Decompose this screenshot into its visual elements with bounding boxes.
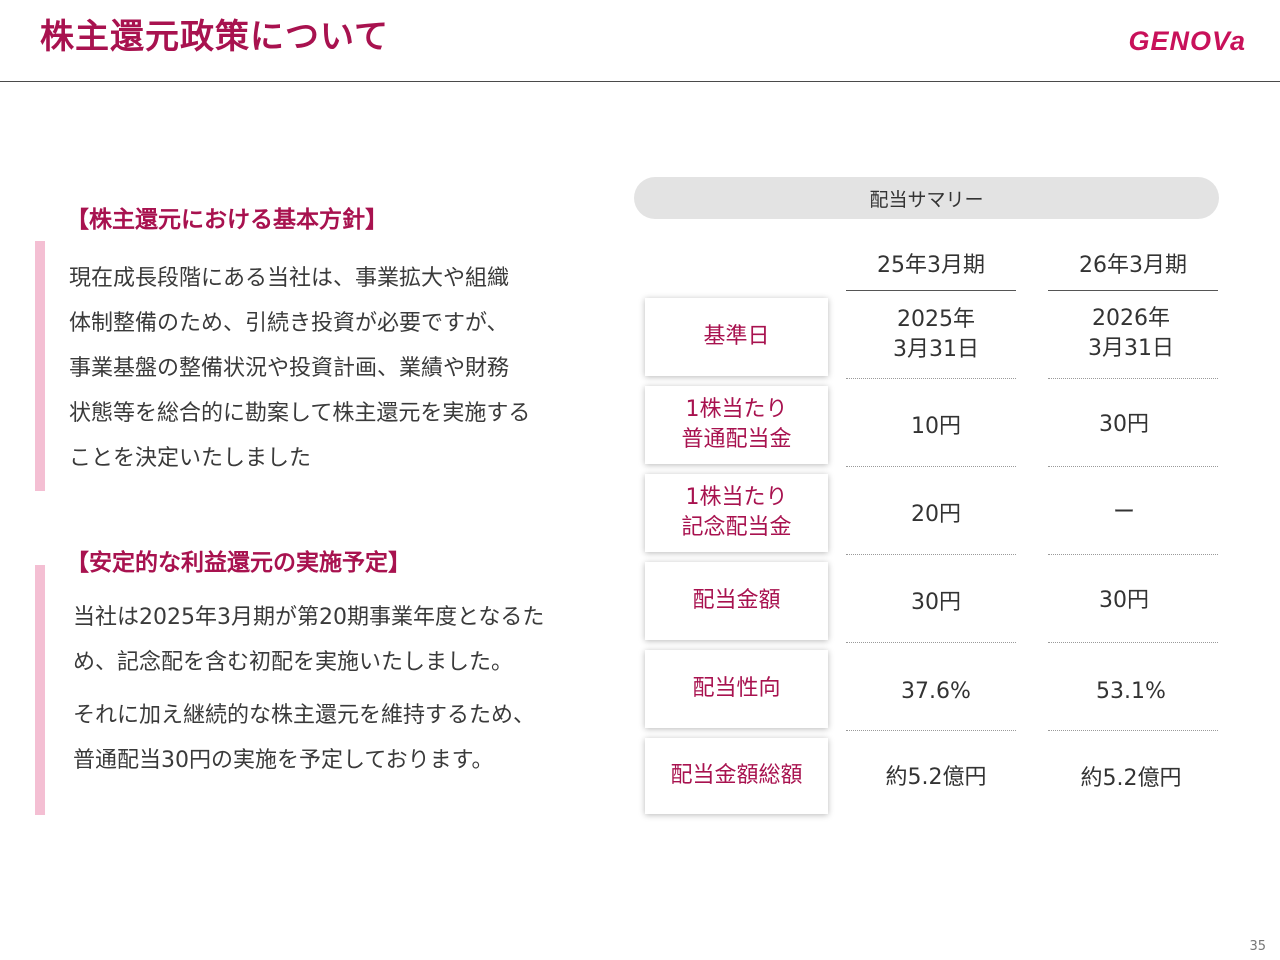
text-line: 現在成長段階にある当社は、事業拡大や組織 [69, 266, 510, 291]
column-header-fy26: 26年3月期 [1079, 253, 1187, 278]
cell-fy25-total-dividend: 約5.2億円 [885, 765, 987, 790]
row-label-payout-ratio: 配当性向 [645, 650, 828, 728]
page-number: 35 [1249, 939, 1266, 954]
cell-fy25-dividend-amount: 30円 [911, 590, 961, 615]
column-header-fy25: 25年3月期 [877, 253, 985, 278]
row-label-record-date: 基準日 [645, 298, 828, 376]
cell-fy25-ordinary-dividend: 10円 [911, 414, 961, 439]
row-label-dividend-amount: 配当金額 [645, 562, 828, 640]
text-line: め、記念配を含む初配を実施いたしました。 [73, 650, 514, 675]
row-label-total-dividend: 配当金額総額 [645, 738, 828, 814]
row-divider [846, 378, 1016, 379]
page-title: 株主還元政策について [40, 17, 389, 57]
cell-fy25-commemorative-dividend: 20円 [911, 502, 961, 527]
cell-fy26-ordinary-dividend: 30円 [1099, 412, 1149, 437]
row-divider [1048, 554, 1218, 555]
section-heading-basic-policy: 【株主還元における基本方針】 [66, 207, 388, 233]
slide-header: 株主還元政策について GENOVa [0, 0, 1280, 82]
row-divider [846, 554, 1016, 555]
text-line: 事業基盤の整備状況や投資計画、業績や財務 [69, 356, 510, 381]
text-line: 状態等を総合的に勘案して株主還元を実施する [69, 401, 531, 426]
text-line: 体制整備のため、引続き投資が必要ですが、 [69, 311, 509, 336]
accent-bar [35, 241, 45, 491]
row-label-ordinary-dividend: 1株当たり 普通配当金 [645, 386, 828, 464]
row-label-commemorative-dividend: 1株当たり 記念配当金 [645, 474, 828, 552]
row-divider [1048, 378, 1218, 379]
cell-fy25-record-date: 2025年 3月31日 [893, 307, 979, 362]
text-line: 当社は2025年3月期が第20期事業年度となるた [73, 605, 545, 630]
stable-return-text: 当社は2025年3月期が第20期事業年度となるた め、記念配を含む初配を実施いた… [73, 595, 544, 783]
cell-fy26-payout-ratio: 53.1% [1096, 679, 1166, 704]
text-line: それに加え継続的な株主還元を維持するため、 [73, 703, 536, 728]
cell-fy26-dividend-amount: 30円 [1099, 588, 1149, 613]
row-divider [846, 730, 1016, 731]
row-divider [1048, 642, 1218, 643]
row-divider [1048, 466, 1218, 467]
summary-title: 配当サマリー [634, 177, 1219, 219]
cell-fy25-payout-ratio: 37.6% [901, 679, 971, 704]
text-line: ことを決定いたしました [69, 446, 312, 471]
genova-logo: GENOVa [1128, 26, 1246, 56]
cell-fy26-total-dividend: 約5.2億円 [1080, 766, 1182, 791]
row-divider [1048, 730, 1218, 731]
accent-bar [35, 565, 45, 815]
section-heading-stable-return: 【安定的な利益還元の実施予定】 [66, 550, 411, 576]
basic-policy-text: 現在成長段階にある当社は、事業拡大や組織 体制整備のため、引続き投資が必要ですが… [69, 256, 530, 481]
text-line: 普通配当30円の実施を予定しております。 [73, 748, 494, 773]
row-divider [846, 466, 1016, 467]
column-rule [1048, 290, 1218, 291]
cell-fy26-record-date: 2026年 3月31日 [1088, 306, 1174, 361]
column-rule [846, 290, 1016, 291]
cell-fy26-commemorative-dividend: ー [1112, 500, 1135, 525]
row-divider [846, 642, 1016, 643]
